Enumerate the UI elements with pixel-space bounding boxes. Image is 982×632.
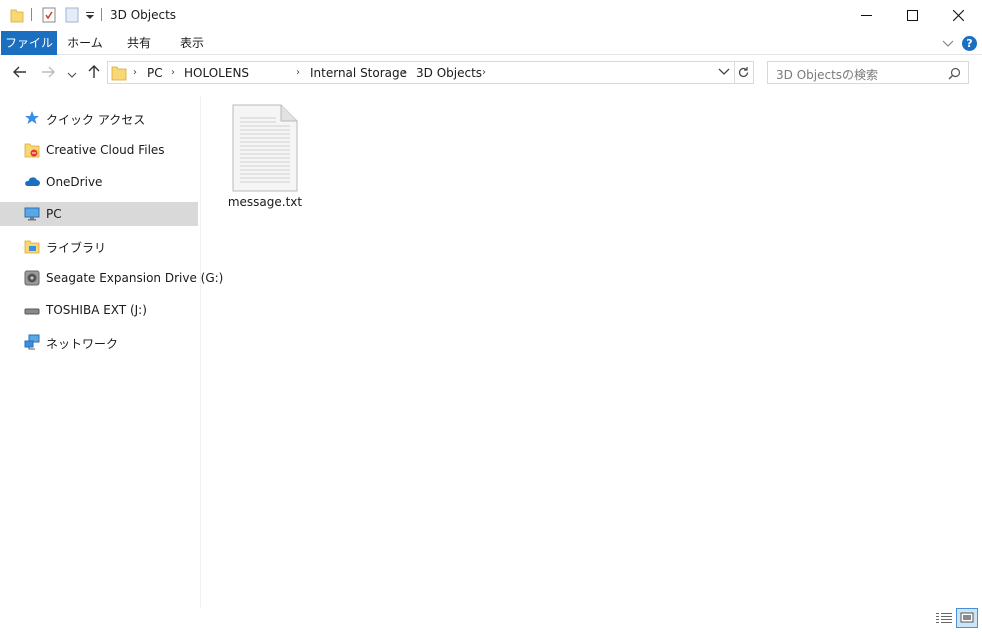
up-arrow-icon[interactable]	[86, 64, 102, 83]
forward-arrow-icon[interactable]	[40, 64, 56, 83]
address-history-chevron-icon[interactable]	[718, 65, 730, 79]
breadcrumb-3d-objects[interactable]: 3D Objects	[416, 66, 482, 80]
computer-icon	[24, 206, 40, 222]
tab-view[interactable]: 表示	[167, 31, 217, 55]
title-bar: 3D Objects	[0, 0, 982, 31]
sidebar-item-seagate-drive[interactable]: Seagate Expansion Drive (G:)	[0, 266, 223, 290]
navigation-bar: › PC › HOLOLENS › Internal Storage › 3D …	[0, 58, 982, 88]
breadcrumb-hololens[interactable]: HOLOLENS	[184, 66, 249, 80]
search-placeholder: 3D Objectsの検索	[776, 68, 879, 82]
new-folder-icon[interactable]	[65, 7, 79, 26]
ribbon: ファイル ホーム 共有 表示 ?	[0, 31, 982, 55]
help-icon[interactable]: ?	[962, 36, 977, 51]
breadcrumb-chevron-icon[interactable]: ›	[296, 67, 300, 78]
sidebar-item-label: ネットワーク	[46, 337, 119, 351]
breadcrumb-pc[interactable]: PC	[147, 66, 163, 80]
close-button[interactable]	[935, 0, 981, 31]
sidebar-item-network[interactable]: ネットワーク	[0, 330, 198, 354]
sidebar-item-pc[interactable]: PC	[0, 202, 198, 226]
sidebar-item-creative-cloud[interactable]: Creative Cloud Files	[0, 138, 198, 162]
star-icon	[24, 110, 40, 126]
search-box[interactable]: 3D Objectsの検索	[767, 61, 969, 84]
sidebar-item-toshiba-drive[interactable]: TOSHIBA EXT (J:)	[0, 298, 198, 322]
search-icon[interactable]	[948, 67, 961, 83]
sidebar-item-label: Seagate Expansion Drive (G:)	[46, 271, 224, 285]
creative-cloud-folder-icon	[24, 142, 40, 158]
customize-toolbar-dropdown-icon[interactable]	[85, 10, 95, 24]
sidebar-item-label: OneDrive	[46, 175, 103, 189]
breadcrumb-internal-storage[interactable]: Internal Storage	[310, 66, 407, 80]
expand-ribbon-chevron-icon[interactable]	[942, 37, 954, 51]
refresh-button[interactable]	[734, 61, 754, 84]
text-file-icon	[232, 104, 298, 195]
library-icon	[24, 238, 40, 254]
tab-home[interactable]: ホーム	[60, 31, 110, 55]
tab-file[interactable]: ファイル	[1, 31, 57, 55]
sidebar-item-library[interactable]: ライブラリ	[0, 234, 198, 258]
cloud-icon	[24, 174, 40, 190]
navigation-pane: クイック アクセス Creative Cloud Files OneDrive …	[0, 96, 223, 608]
properties-icon[interactable]	[42, 7, 56, 26]
breadcrumb-chevron-icon[interactable]: ›	[482, 67, 486, 78]
pane-divider[interactable]	[200, 96, 201, 608]
large-icons-view-button[interactable]	[956, 608, 978, 628]
details-view-button[interactable]	[933, 608, 955, 628]
folder-icon	[111, 64, 127, 84]
breadcrumb-chevron-icon[interactable]: ›	[133, 67, 137, 78]
window-title: 3D Objects	[110, 8, 177, 22]
address-bar[interactable]: › PC › HOLOLENS › Internal Storage › 3D …	[107, 61, 735, 84]
file-name: message.txt	[227, 195, 303, 209]
sidebar-item-onedrive[interactable]: OneDrive	[0, 170, 198, 194]
recent-locations-chevron-icon[interactable]	[67, 68, 77, 82]
minimize-button[interactable]	[843, 0, 889, 31]
sidebar-item-label: クイック アクセス	[46, 113, 146, 127]
sidebar-item-label: ライブラリ	[46, 241, 107, 255]
sidebar-item-quick-access[interactable]: クイック アクセス	[0, 106, 198, 130]
breadcrumb-chevron-icon[interactable]: ›	[402, 67, 406, 78]
separator	[101, 8, 102, 21]
maximize-button[interactable]	[889, 0, 935, 31]
back-arrow-icon[interactable]	[12, 64, 28, 83]
sidebar-item-label: TOSHIBA EXT (J:)	[46, 303, 147, 317]
external-drive-icon	[24, 302, 40, 318]
sidebar-item-label: PC	[46, 207, 62, 221]
tab-share[interactable]: 共有	[114, 31, 164, 55]
drive-icon	[24, 270, 40, 286]
folder-icon	[10, 7, 24, 26]
breadcrumb-chevron-icon[interactable]: ›	[171, 67, 175, 78]
separator	[31, 8, 32, 21]
file-item[interactable]: message.txt	[226, 102, 304, 214]
sidebar-item-label: Creative Cloud Files	[46, 143, 165, 157]
network-icon	[24, 334, 40, 350]
